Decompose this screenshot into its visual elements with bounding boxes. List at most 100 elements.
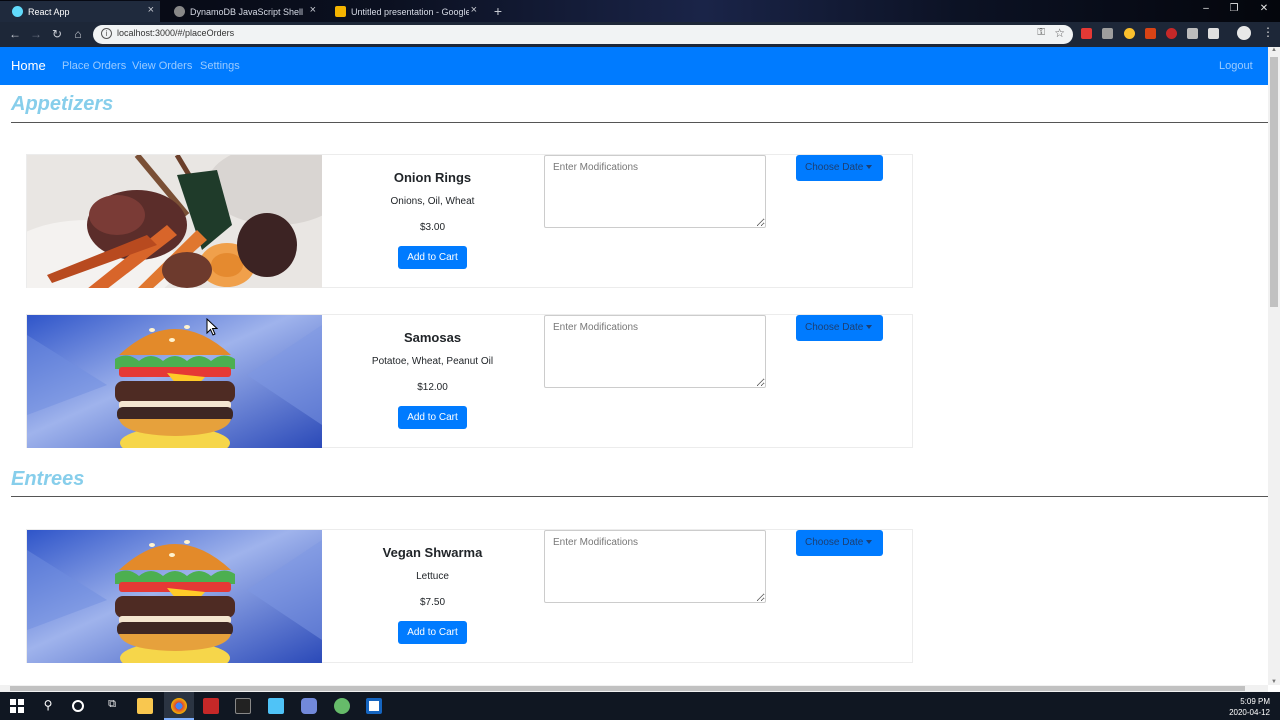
search-icon[interactable]: ⚲ — [40, 698, 56, 714]
app-icon[interactable] — [334, 698, 350, 714]
item-info: Vegan Shwarma Lettuce $7.50 Add to Cart — [340, 530, 525, 644]
item-price: $12.00 — [417, 382, 448, 393]
scroll-up-icon[interactable]: ▲ — [1270, 47, 1278, 53]
notepad-icon[interactable] — [268, 698, 284, 714]
item-ingredients: Lettuce — [416, 571, 449, 582]
tab-google-slides[interactable]: Untitled presentation - Google Sl × — [323, 1, 483, 22]
bookmark-star-icon[interactable]: ☆ — [1054, 26, 1065, 40]
section-divider — [11, 496, 1268, 497]
item-info: Samosas Potatoe, Wheat, Peanut Oil $12.0… — [340, 315, 525, 429]
clock-time: 5:09 PM — [1240, 697, 1270, 706]
screen-recorder-icon[interactable] — [366, 698, 382, 714]
choose-date-dropdown[interactable]: Choose Date — [796, 155, 883, 181]
clock-date: 2020-04-12 — [1229, 708, 1270, 717]
discord-icon[interactable] — [301, 698, 317, 714]
modifications-textarea[interactable] — [544, 155, 766, 228]
cortana-icon[interactable] — [72, 700, 84, 712]
mouse-cursor-icon — [206, 318, 218, 336]
chrome-icon[interactable] — [171, 698, 187, 714]
menu-item-card: Samosas Potatoe, Wheat, Peanut Oil $12.0… — [26, 314, 913, 448]
choose-date-dropdown[interactable]: Choose Date — [796, 315, 883, 341]
burger-illustration — [27, 315, 322, 448]
food-image — [27, 530, 322, 663]
reload-icon[interactable]: ↻ — [50, 27, 64, 41]
item-ingredients: Potatoe, Wheat, Peanut Oil — [371, 356, 494, 367]
info-icon[interactable]: i — [101, 28, 112, 39]
key-icon[interactable]: ⚿ — [1037, 27, 1045, 38]
home-icon[interactable]: ⌂ — [71, 27, 85, 41]
window-close-icon[interactable]: ✕ — [1257, 3, 1271, 14]
section-divider — [11, 122, 1268, 123]
terminal-icon[interactable] — [235, 698, 251, 714]
add-to-cart-button[interactable]: Add to Cart — [398, 406, 467, 429]
extension-icon[interactable] — [1187, 28, 1198, 39]
tab-dynamodb-shell[interactable]: DynamoDB JavaScript Shell × — [162, 1, 322, 22]
tab-title: React App — [28, 6, 70, 17]
globe-icon — [174, 6, 185, 17]
modifications-textarea[interactable] — [544, 315, 766, 388]
scroll-down-icon[interactable]: ▼ — [1270, 679, 1278, 685]
app-navbar: Home Place Orders View Orders Settings L… — [0, 47, 1268, 85]
file-explorer-icon[interactable] — [137, 698, 153, 714]
profile-avatar-icon[interactable] — [1237, 26, 1251, 40]
forward-icon[interactable]: → — [29, 27, 43, 41]
tab-react-app[interactable]: React App × — [0, 1, 160, 22]
acrobat-icon[interactable] — [203, 698, 219, 714]
modifications-textarea[interactable] — [544, 530, 766, 603]
nav-link-view-orders[interactable]: View Orders — [132, 60, 192, 72]
item-ingredients: Onions, Oil, Wheat — [390, 196, 475, 207]
caret-down-icon — [866, 165, 873, 169]
menu-item-card: Vegan Shwarma Lettuce $7.50 Add to Cart … — [26, 529, 913, 663]
item-price: $7.50 — [419, 597, 446, 608]
extension-icon[interactable] — [1208, 28, 1219, 39]
minimize-icon[interactable]: – — [1199, 3, 1213, 14]
close-icon[interactable]: × — [148, 4, 154, 16]
extension-icon[interactable] — [1166, 28, 1177, 39]
close-icon[interactable]: × — [310, 4, 316, 16]
close-icon[interactable]: × — [471, 4, 477, 16]
item-name: Samosas — [403, 330, 462, 345]
choose-date-label: Choose Date — [805, 162, 864, 173]
extension-icon[interactable] — [1145, 28, 1156, 39]
menu-kebab-icon[interactable]: ⋮ — [1262, 25, 1274, 39]
new-tab-icon[interactable]: + — [490, 3, 506, 19]
section-title-entrees: Entrees — [11, 468, 85, 490]
menu-item-card: Onion Rings Onions, Oil, Wheat $3.00 Add… — [26, 154, 913, 288]
task-view-icon[interactable]: ⧉ — [104, 698, 120, 714]
nav-link-logout[interactable]: Logout — [1219, 60, 1253, 72]
nav-link-place-orders[interactable]: Place Orders — [62, 60, 126, 72]
vertical-scrollbar[interactable]: ▲ ▼ — [1268, 47, 1280, 685]
add-to-cart-button[interactable]: Add to Cart — [398, 621, 467, 644]
back-icon[interactable]: ← — [8, 27, 22, 41]
extension-icon[interactable] — [1102, 28, 1113, 39]
add-to-cart-button[interactable]: Add to Cart — [398, 246, 467, 269]
item-price: $3.00 — [419, 222, 446, 233]
tab-title: Untitled presentation - Google Sl — [351, 6, 469, 17]
restore-icon[interactable]: ❐ — [1227, 3, 1241, 14]
burger-illustration — [27, 530, 322, 663]
choose-date-label: Choose Date — [805, 322, 864, 333]
nav-link-settings[interactable]: Settings — [200, 60, 240, 72]
browser-toolbar: ← → ↻ ⌂ i localhost:3000/#/placeOrders ⚿… — [0, 22, 1280, 47]
food-image — [27, 315, 322, 448]
nav-brand-home[interactable]: Home — [11, 58, 46, 73]
extension-icon[interactable] — [1124, 28, 1135, 39]
browser-tab-strip: React App × DynamoDB JavaScript Shell × … — [0, 0, 1280, 22]
tab-title: DynamoDB JavaScript Shell — [190, 6, 304, 17]
choose-date-dropdown[interactable]: Choose Date — [796, 530, 883, 556]
url-text[interactable]: localhost:3000/#/placeOrders — [117, 28, 234, 38]
section-title-appetizers: Appetizers — [11, 93, 114, 115]
extension-icon[interactable] — [1081, 28, 1092, 39]
horizontal-scrollbar[interactable] — [0, 685, 1268, 692]
address-bar[interactable]: i localhost:3000/#/placeOrders ⚿ ☆ — [93, 25, 1073, 44]
food-image — [27, 155, 322, 288]
caret-down-icon — [866, 540, 873, 544]
scrollbar-thumb[interactable] — [1270, 57, 1278, 307]
windows-taskbar: ⚲ ⧉ 5:09 PM 2020-04-12 — [0, 692, 1280, 720]
windows-start-icon[interactable] — [9, 698, 25, 714]
taskbar-clock[interactable]: 5:09 PM 2020-04-12 — [1229, 696, 1270, 718]
item-info: Onion Rings Onions, Oil, Wheat $3.00 Add… — [340, 155, 525, 269]
caret-down-icon — [866, 325, 873, 329]
item-name: Vegan Shwarma — [382, 545, 483, 560]
scrollbar-thumb[interactable] — [10, 686, 1245, 691]
